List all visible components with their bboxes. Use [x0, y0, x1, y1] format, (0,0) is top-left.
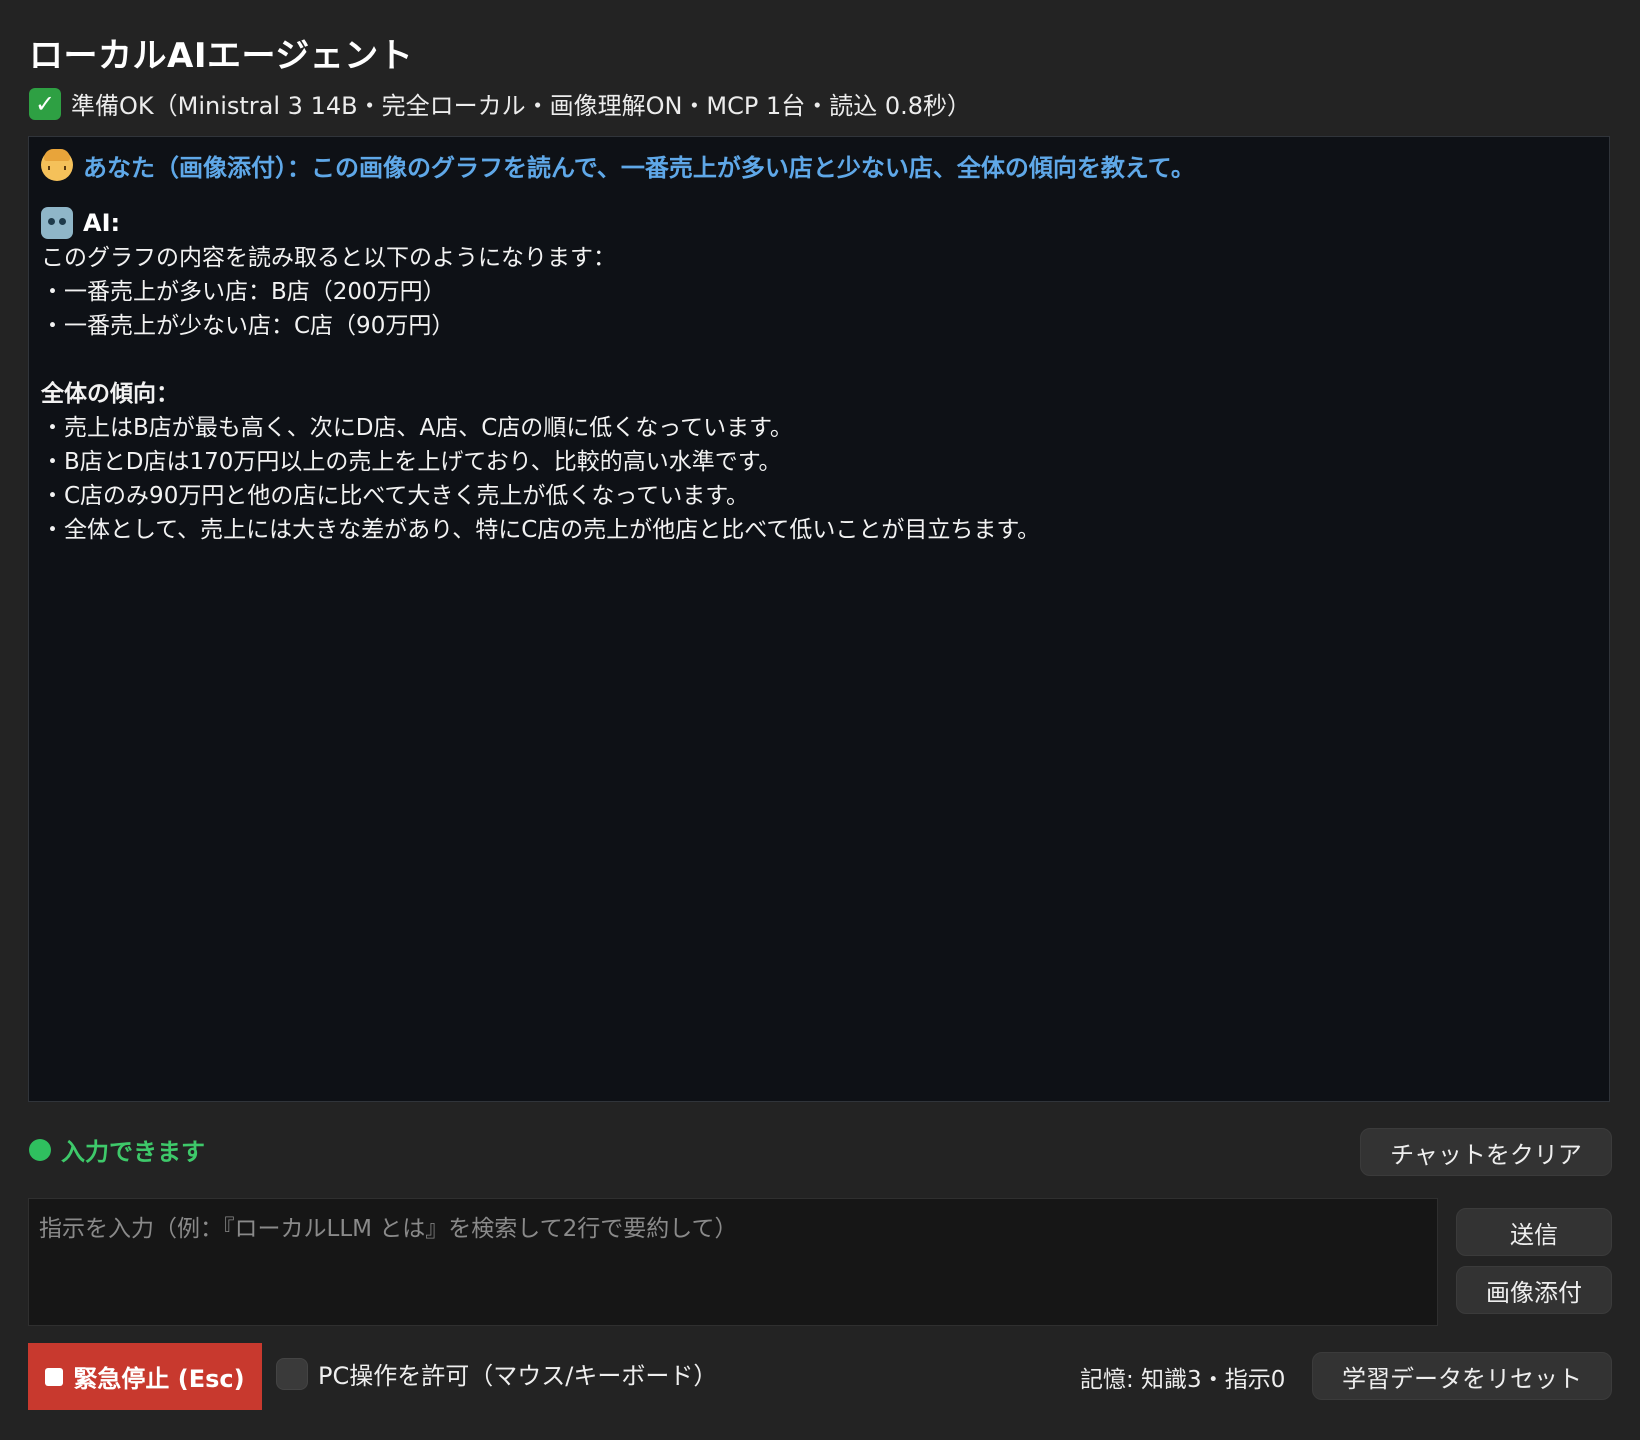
send-button[interactable]: 送信 [1456, 1208, 1612, 1256]
ai-trend-line: ・C店のみ90万円と他の店に比べて大きく売上が低くなっています。 [41, 483, 749, 509]
pc-control-toggle[interactable]: PC操作を許可（マウス/キーボード） [276, 1356, 717, 1391]
emergency-stop-button[interactable]: 緊急停止 (Esc) [28, 1343, 262, 1410]
ai-trend-line: ・全体として、売上には大きな差があり、特にC店の売上が他店と比べて低いことが目立… [41, 517, 1041, 543]
robot-emoji-icon [41, 207, 73, 239]
ai-line-max: ・一番売上が多い店：B店（200万円） [41, 279, 446, 305]
person-emoji-icon [41, 149, 73, 181]
user-message: あなた（画像添付）：この画像のグラフを読んで、一番売上が多い店と少ない店、全体の… [41, 147, 1597, 183]
ready-status-text: 準備OK（Ministral 3 14B・完全ローカル・画像理解ON・MCP 1… [71, 92, 972, 120]
attach-image-button[interactable]: 画像添付 [1456, 1266, 1612, 1314]
user-message-text: あなた（画像添付）：この画像のグラフを読んで、一番売上が多い店と少ない店、全体の… [83, 153, 1195, 182]
ai-message-body: このグラフの内容を読み取ると以下のようになります： ・一番売上が多い店：B店（2… [41, 241, 1597, 547]
ai-label: AI: [83, 209, 121, 237]
input-ready-indicator: 入力できます [29, 1132, 205, 1167]
pc-control-checkbox[interactable] [276, 1357, 308, 1390]
emergency-stop-label: 緊急停止 (Esc) [73, 1365, 245, 1393]
memory-status: 記憶: 知識3・指示0 [1080, 1367, 1286, 1393]
ai-trend-heading: 全体の傾向： [41, 381, 179, 407]
reset-learning-button[interactable]: 学習データをリセット [1312, 1352, 1612, 1400]
ai-trend-line: ・売上はB店が最も高く、次にD店、A店、C店の順に低くなっています。 [41, 415, 793, 441]
instruction-input[interactable] [28, 1198, 1438, 1326]
ai-trend-line: ・B店とD店は170万円以上の売上を上げており、比較的高い水準です。 [41, 449, 782, 475]
pc-control-label: PC操作を許可（マウス/キーボード） [318, 1362, 718, 1390]
clear-chat-button[interactable]: チャットをクリア [1360, 1128, 1612, 1176]
green-dot-icon [29, 1138, 51, 1161]
ready-status: ✓ 準備OK（Ministral 3 14B・完全ローカル・画像理解ON・MCP… [29, 86, 971, 121]
input-ready-text: 入力できます [61, 1138, 205, 1166]
app-title: ローカルAIエージェント [29, 36, 414, 76]
ai-line-min: ・一番売上が少ない店：C店（90万円） [41, 313, 455, 339]
check-mark-icon: ✓ [29, 87, 61, 120]
chat-log[interactable]: あなた（画像添付）：この画像のグラフを読んで、一番売上が多い店と少ない店、全体の… [28, 136, 1610, 1102]
stop-square-icon [45, 1367, 64, 1386]
ai-message-header: AI: [41, 205, 1597, 241]
ai-intro: このグラフの内容を読み取ると以下のようになります： [41, 245, 616, 271]
